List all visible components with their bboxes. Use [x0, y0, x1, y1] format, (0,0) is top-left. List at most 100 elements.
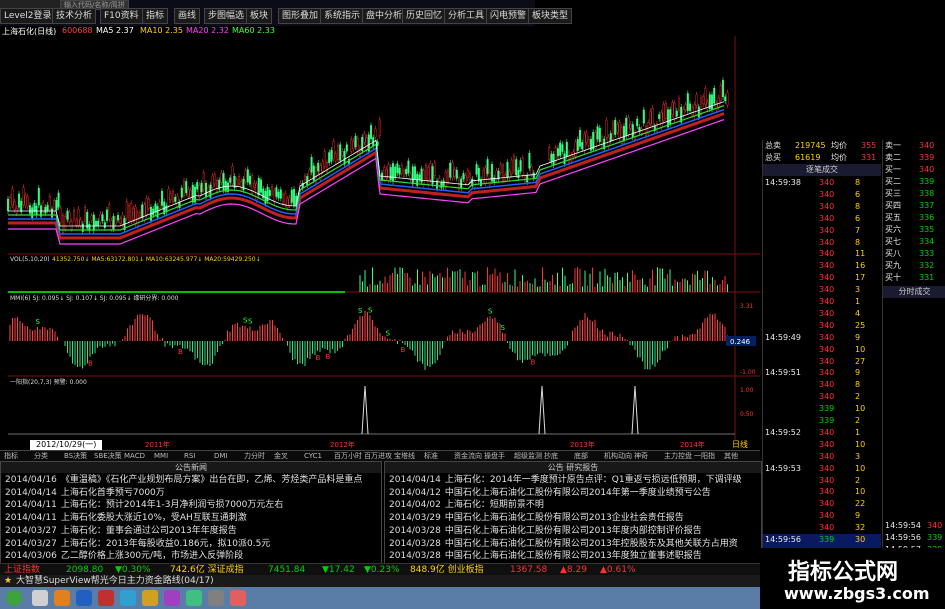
news-item[interactable]: 2014/04/11 上海石化：预计2014年1-3月净利润亏损7000万元左右: [5, 499, 373, 511]
news-headline[interactable]: 上海石化：短期前景不明: [445, 500, 544, 510]
menu-item[interactable]: F10资料: [100, 8, 143, 24]
menu-item[interactable]: Level2登录: [0, 8, 56, 24]
news-headline[interactable]: 中国石化上海石油化工股份有限公司2013年度独立董事述职报告: [445, 551, 702, 561]
menu-item[interactable]: 技术分析: [52, 8, 97, 24]
trade-time: 14:59:52: [765, 427, 801, 437]
orderbook-price: 333: [919, 249, 935, 258]
app-icon[interactable]: [98, 590, 114, 606]
orderbook-price: 338: [919, 189, 935, 198]
news-date: 2014/03/06: [5, 551, 57, 562]
orderbook-label: 买八: [885, 249, 901, 258]
news-headline[interactable]: 中国石化上海石油化工股份有限公司2014年第一季度业绩预亏公告: [445, 488, 711, 498]
trade-volume: 8: [855, 201, 861, 211]
vol-label: VOL(5,10,20): [10, 256, 50, 263]
news-headline[interactable]: 上海石化：2013年每股收益0.186元，拟10派0.5元: [61, 539, 270, 549]
ie-icon[interactable]: [76, 590, 92, 606]
news-headline[interactable]: 《重温稿》《石化产业规划布局方案》出台在即，乙烯、芳烃类产品料是重点: [61, 475, 363, 485]
app-icon[interactable]: [120, 590, 136, 606]
app-icon[interactable]: [208, 590, 224, 606]
trade-price: 340: [819, 451, 835, 461]
start-button-icon[interactable]: [6, 590, 22, 606]
app-icon[interactable]: [230, 590, 246, 606]
menu-item[interactable]: 历史回忆: [402, 8, 447, 24]
main-chart[interactable]: SBBS SB BS SSBSSB VOL(5,10,20) 41352.750↓ M…: [0, 36, 760, 440]
selected-date[interactable]: 2012/10/29(一): [30, 440, 103, 450]
orderbook-label: 卖一: [885, 141, 901, 150]
news-item[interactable]: 2014/03/29 中国石化上海石油化工股份有限公司2013企业社会责任报告: [389, 512, 757, 524]
news-headline[interactable]: 上海石化：2014年一季度预计原告点评：Q1重返亏损远低预期，下调评级: [445, 475, 742, 485]
mmi-current-value: 0.246: [730, 338, 751, 346]
trade-row: 340 10: [763, 439, 881, 451]
svg-text:S: S: [358, 307, 363, 315]
news-item[interactable]: 2014/04/14 上海石化：2014年一季度预计原告点评：Q1重返亏损远低预期…: [389, 474, 757, 486]
news-item[interactable]: 2014/04/14 上海石化首季预亏7000万: [5, 487, 373, 499]
menu-item[interactable]: 图形叠加: [278, 8, 323, 24]
news-date: 2014/03/28: [389, 538, 441, 549]
trade-price: 340: [819, 487, 835, 497]
menu-item[interactable]: 分析工具: [444, 8, 489, 24]
menu-item[interactable]: 闪电预警: [486, 8, 531, 24]
vol-values: 41352.750↓ MA5:63172.801↓ MA10:63245.977…: [52, 256, 261, 263]
orderbook-price: 334: [919, 237, 935, 246]
news-date: 2014/04/14: [389, 475, 441, 485]
news-item[interactable]: 2014/03/06 乙二醇价格上涨300元/吨，市场进入反弹阶段: [5, 550, 373, 562]
menu-item[interactable]: 板块: [246, 8, 273, 24]
news-item[interactable]: 2014/03/28 中国石化上海石油化工股份有限公司2013年度独立董事述职报告: [389, 550, 757, 562]
news-item[interactable]: 2014/04/11 上海石化委股大涨近10%，受AH互联互通刺激: [5, 512, 373, 524]
trade-row: 14:59:49 340 9: [763, 332, 881, 344]
news-headline[interactable]: 中国石化上海石油化工股份有限公司2013年控股股东及其他关联方占用资: [445, 539, 738, 549]
trade-volume: 1: [855, 297, 861, 306]
app-icon[interactable]: [164, 590, 180, 606]
trade-volume: 6: [855, 213, 861, 223]
trade-time: 14:59:53: [765, 463, 801, 473]
news-headline[interactable]: 上海石化：董事会通过公司2013年年度报告: [61, 526, 237, 536]
ticker-bar[interactable]: ★ 大智慧SuperView帮光今日主力资金路线(04/17): [0, 575, 760, 587]
news-headline[interactable]: 上海石化委股大涨近10%，受AH互联互通刺激: [61, 513, 247, 523]
news-title[interactable]: 公告新闻: [1, 462, 381, 473]
trade-row: 340 2: [763, 391, 881, 403]
news-headline[interactable]: 上海石化：预计2014年1-3月净利润亏损7000万元左右: [61, 500, 284, 510]
menu-item[interactable]: 指标: [142, 8, 169, 24]
trade-volume: 9: [855, 332, 861, 342]
trade-volume: 30: [855, 535, 866, 544]
menu-item[interactable]: 盘中分析: [362, 8, 407, 24]
news-item[interactable]: 2014/03/27 上海石化：董事会通过公司2013年年度报告: [5, 525, 373, 537]
explorer-icon[interactable]: [32, 590, 48, 606]
news-date: 2014/04/02: [389, 500, 441, 511]
trade-volume: 11: [855, 249, 866, 259]
news-item[interactable]: 2014/03/28 中国石化上海石油化工股份有限公司2013年控股股东及其他关联…: [389, 538, 757, 550]
app-icon[interactable]: [54, 590, 70, 606]
svg-text:B: B: [531, 358, 536, 366]
orderbook-label: 卖二: [885, 153, 901, 162]
news-item[interactable]: 2014/04/12 中国石化上海石油化工股份有限公司2014年第一季度业绩预亏公…: [389, 487, 757, 499]
panel-title[interactable]: 逐笔成交: [763, 164, 881, 176]
news-item[interactable]: 2014/04/02 上海石化：短期前景不明: [389, 499, 757, 511]
news-date: 2014/04/11: [5, 513, 57, 524]
svg-text:S: S: [501, 324, 506, 332]
menu-item[interactable]: 板块类型: [528, 8, 573, 24]
orderbook-label: 买五: [885, 213, 901, 222]
menu-item[interactable]: 步图幅选: [204, 8, 249, 24]
panel-title[interactable]: 分时成交: [883, 286, 945, 298]
trade-row: 340 3: [763, 451, 881, 463]
news-item[interactable]: 2014/03/28 中国石化上海石油化工股份有限公司2013年度内部控制评价报告: [389, 525, 757, 537]
news-headline[interactable]: 中国石化上海石油化工股份有限公司2013企业社会责任报告: [445, 513, 684, 523]
news-item[interactable]: 2014/03/27 上海石化：2013年每股收益0.186元，拟10派0.5元: [5, 538, 373, 550]
news-headline[interactable]: 上海石化首季预亏7000万: [61, 488, 165, 498]
menu-item[interactable]: 系统指示: [320, 8, 365, 24]
period-label[interactable]: 日线: [732, 440, 748, 450]
total-buy-label: 总买: [765, 153, 781, 162]
ma20-value: MA20 2.32: [186, 26, 229, 35]
news-item[interactable]: 2014/04/16 《重温稿》《石化产业规划布局方案》出台在即，乙烯、芳烃类产品…: [5, 474, 373, 486]
news-headline[interactable]: 乙二醇价格上涨300元/吨，市场进入反弹阶段: [61, 551, 243, 561]
orderbook-price: 340: [919, 165, 935, 174]
menu-item[interactable]: 画线: [174, 8, 201, 24]
orderbook-row: 买四 337: [883, 200, 945, 212]
ticker-text[interactable]: 大智慧SuperView帮光今日主力资金路线(04/17): [16, 575, 214, 587]
total-sell-row: 总卖 219745 均价 355: [763, 140, 881, 152]
news-title[interactable]: 公告 研究报告: [385, 462, 761, 473]
app-icon[interactable]: [186, 590, 202, 606]
app-icon[interactable]: [142, 590, 158, 606]
news-headline[interactable]: 中国石化上海石油化工股份有限公司2013年度内部控制评价报告: [445, 526, 702, 536]
orderbook-label: 买七: [885, 237, 901, 246]
